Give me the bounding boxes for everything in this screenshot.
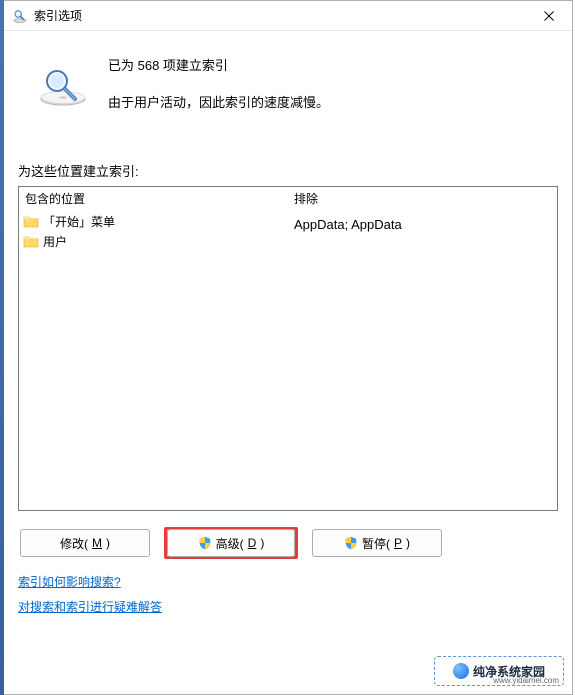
indexing-options-dialog: 索引选项 xyxy=(4,0,573,695)
button-row: 修改(M) 高级(D) xyxy=(18,527,558,559)
close-icon xyxy=(544,11,554,21)
list-item-label: 「开始」菜单 xyxy=(43,213,115,230)
folder-icon xyxy=(23,234,39,248)
shield-icon xyxy=(344,536,358,550)
how-indexing-affects-link[interactable]: 索引如何影响搜索? xyxy=(18,573,121,590)
shield-icon xyxy=(198,536,212,550)
brand-url: www.yidaimei.com xyxy=(493,676,559,685)
magnifier-disc-icon xyxy=(35,67,91,107)
window-title: 索引选项 xyxy=(34,7,526,24)
list-headers: 包含的位置 排除 xyxy=(19,187,557,209)
status-block: 已为 568 项建立索引 由于用户活动，因此索引的速度减慢。 xyxy=(18,49,558,111)
indexed-count-text: 已为 568 项建立索引 xyxy=(108,55,558,74)
indexing-icon xyxy=(12,8,28,24)
locations-section-label: 为这些位置建立索引: xyxy=(18,161,558,180)
branding-chip: 纯净系统家园 www.yidaimei.com xyxy=(434,656,564,686)
include-header[interactable]: 包含的位置 xyxy=(19,187,288,210)
include-column: 「开始」菜单 用户 xyxy=(19,209,288,510)
pause-button[interactable]: 暂停(P) xyxy=(312,529,442,557)
indexed-locations-list[interactable]: 包含的位置 排除 「开始」菜单 xyxy=(18,186,558,511)
close-button[interactable] xyxy=(526,1,572,31)
list-item[interactable]: 「开始」菜单 xyxy=(19,211,288,231)
exclude-header[interactable]: 排除 xyxy=(288,187,557,210)
list-item[interactable]: 用户 xyxy=(19,231,288,251)
help-links: 索引如何影响搜索? 对搜索和索引进行疑难解答 xyxy=(18,573,558,615)
list-body: 「开始」菜单 用户 AppData; AppData xyxy=(19,209,557,510)
exclude-column: AppData; AppData xyxy=(288,209,557,510)
folder-icon xyxy=(23,214,39,228)
advanced-button-highlight: 高级(D) xyxy=(164,527,298,559)
troubleshoot-link[interactable]: 对搜索和索引进行疑难解答 xyxy=(18,598,162,615)
indexing-speed-text: 由于用户活动，因此索引的速度减慢。 xyxy=(108,92,558,111)
titlebar: 索引选项 xyxy=(4,1,572,31)
advanced-button[interactable]: 高级(D) xyxy=(167,529,295,557)
dialog-content: 已为 568 项建立索引 由于用户活动，因此索引的速度减慢。 为这些位置建立索引… xyxy=(4,31,572,694)
exclude-value: AppData; AppData xyxy=(288,215,557,234)
status-text-col: 已为 568 项建立索引 由于用户活动，因此索引的速度减慢。 xyxy=(108,49,558,111)
brand-logo-icon xyxy=(453,663,469,679)
modify-button[interactable]: 修改(M) xyxy=(20,529,150,557)
status-icon-col xyxy=(18,49,108,107)
list-item-label: 用户 xyxy=(43,233,67,250)
